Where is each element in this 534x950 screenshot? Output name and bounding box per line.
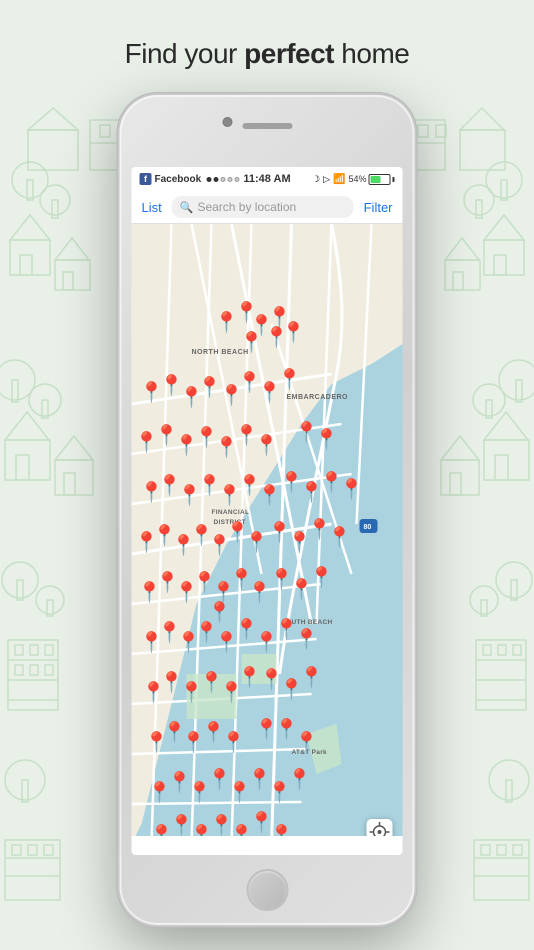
list-button[interactable]: List xyxy=(138,198,166,217)
phone-mockup: f Facebook 11:48 AM ☽ ▷ 📶 xyxy=(120,95,415,925)
phone-camera xyxy=(222,117,232,127)
svg-text:📍: 📍 xyxy=(221,730,246,754)
svg-text:📍: 📍 xyxy=(239,330,264,354)
svg-text:FINANCIAL: FINANCIAL xyxy=(212,509,250,516)
svg-text:📍: 📍 xyxy=(277,367,302,391)
svg-text:📍: 📍 xyxy=(254,433,279,457)
svg-text:📍: 📍 xyxy=(207,600,232,624)
app-tagline: Find your perfect home xyxy=(0,38,534,70)
signal-dot-1 xyxy=(206,177,211,182)
search-bar[interactable]: 🔍 Search by location xyxy=(172,196,354,218)
svg-text:📍: 📍 xyxy=(327,525,352,549)
svg-text:EMBARCADERO: EMBARCADERO xyxy=(287,394,349,401)
signal-dot-5 xyxy=(234,177,239,182)
filter-button[interactable]: Filter xyxy=(360,198,397,217)
signal-dot-4 xyxy=(227,177,232,182)
svg-text:📍: 📍 xyxy=(287,767,312,791)
moon-icon: ☽ xyxy=(312,174,320,185)
battery-body xyxy=(369,174,391,185)
location-status-icon: ▷ xyxy=(323,174,330,185)
battery-fill xyxy=(371,176,381,183)
svg-text:📍: 📍 xyxy=(264,325,289,349)
svg-text:📍: 📍 xyxy=(309,565,334,589)
carrier-name: Facebook xyxy=(155,174,202,185)
search-icon: 🔍 xyxy=(180,201,194,214)
svg-text:📍: 📍 xyxy=(339,477,364,501)
svg-text:📍: 📍 xyxy=(314,427,339,451)
status-bar: f Facebook 11:48 AM ☽ ▷ 📶 xyxy=(132,167,403,191)
phone-screen: f Facebook 11:48 AM ☽ ▷ 📶 xyxy=(132,167,403,855)
search-placeholder: Search by location xyxy=(197,200,296,214)
svg-text:📍: 📍 xyxy=(294,627,319,651)
carrier-icon: f xyxy=(140,173,152,185)
svg-text:📍: 📍 xyxy=(244,530,269,554)
app-toolbar: List 🔍 Search by location Filter xyxy=(132,191,403,224)
wifi-icon: 📶 xyxy=(333,174,345,185)
status-right: ☽ ▷ 📶 54% xyxy=(312,174,394,185)
signal-dot-3 xyxy=(220,177,225,182)
battery-cap xyxy=(393,177,395,182)
signal-dot-2 xyxy=(213,177,218,182)
phone-speaker xyxy=(242,123,292,129)
phone-home-button xyxy=(246,869,288,911)
battery: 54% xyxy=(348,174,394,185)
status-left: f Facebook xyxy=(140,173,240,185)
status-time: 11:48 AM xyxy=(243,173,290,185)
svg-text:📍: 📍 xyxy=(219,680,244,704)
phone-shell: f Facebook 11:48 AM ☽ ▷ 📶 xyxy=(120,95,415,925)
svg-text:80: 80 xyxy=(364,524,372,531)
svg-text:📍: 📍 xyxy=(269,823,294,836)
svg-text:📍: 📍 xyxy=(299,665,324,689)
svg-text:📍: 📍 xyxy=(294,730,319,754)
battery-pct: 54% xyxy=(348,174,366,184)
map-view[interactable]: NORTH BEACH EMBARCADERO FINANCIAL DISTRI… xyxy=(132,224,403,836)
signal-bars xyxy=(206,177,239,182)
